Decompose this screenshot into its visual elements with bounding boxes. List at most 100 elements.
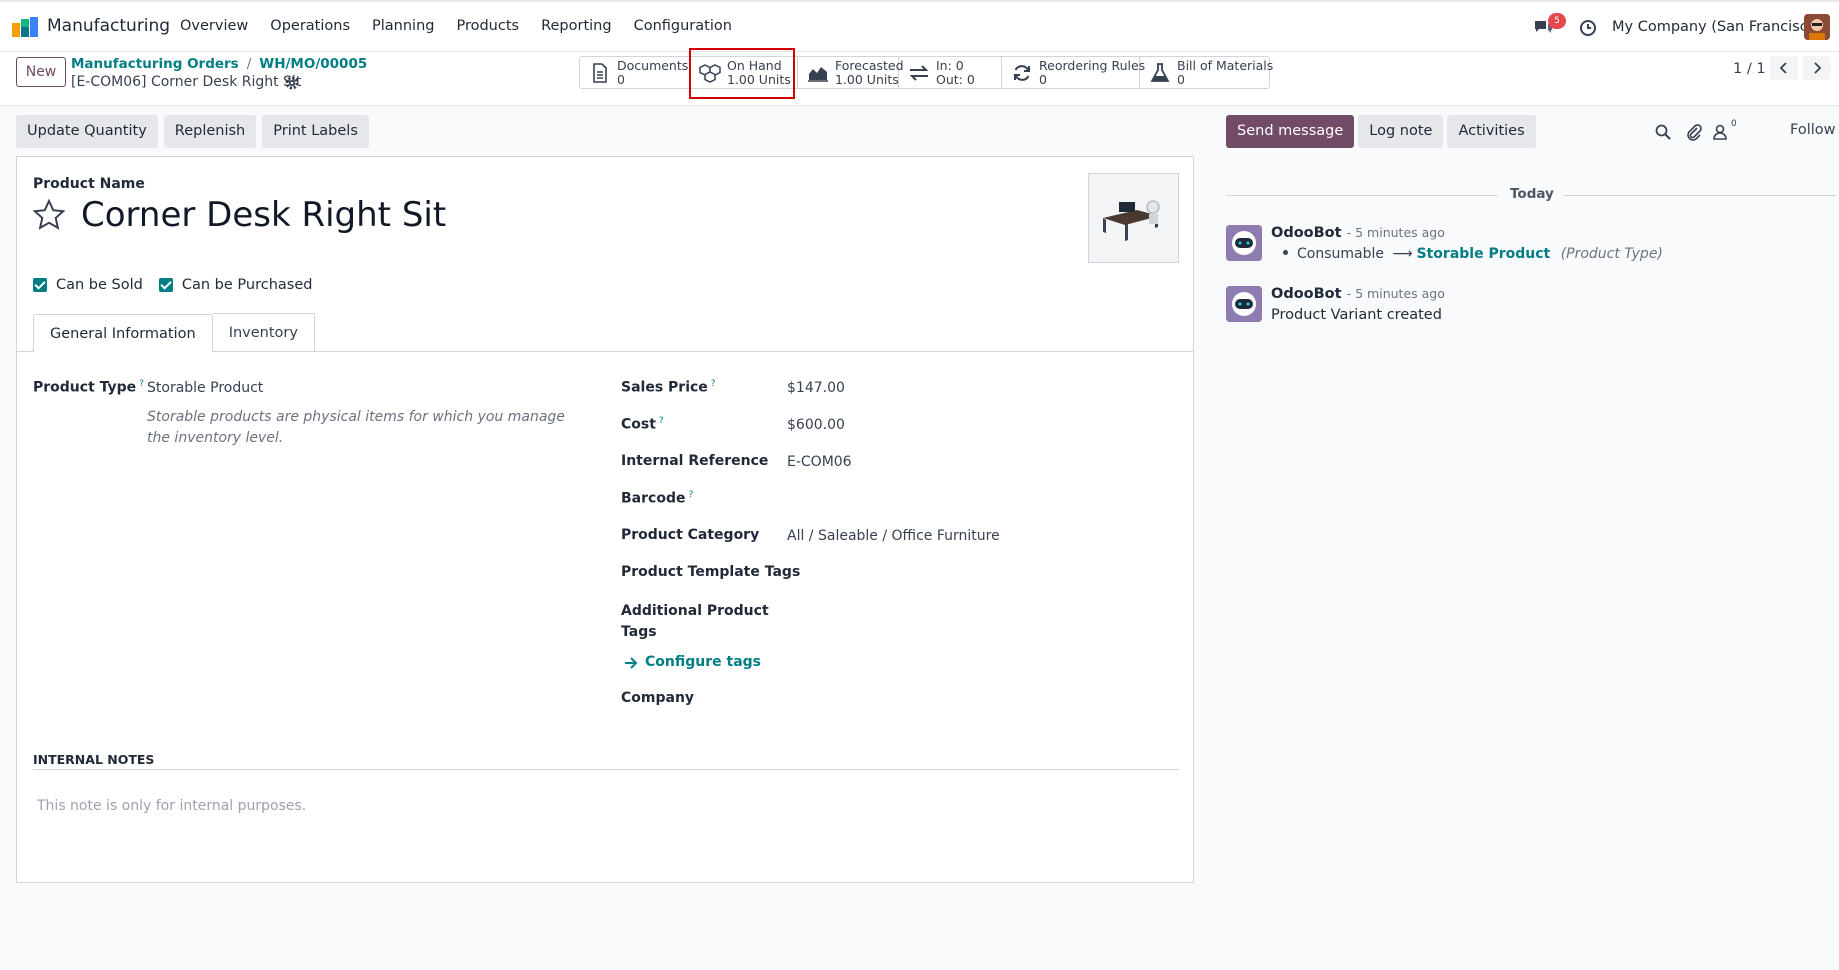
- product-type-help-icon[interactable]: ?: [139, 379, 144, 389]
- main-menu: Overview Operations Planning Products Re…: [180, 18, 754, 34]
- paperclip-icon[interactable]: [1685, 123, 1703, 141]
- pager-next-button[interactable]: [1803, 56, 1831, 80]
- menu-reporting[interactable]: Reporting: [541, 18, 612, 34]
- internal-notes-input[interactable]: This note is only for internal purposes.: [37, 798, 306, 814]
- new-button[interactable]: New: [16, 57, 66, 87]
- can-be-sold-label[interactable]: Can be Sold: [56, 277, 143, 293]
- cost-label-text: Cost: [621, 416, 656, 433]
- user-avatar[interactable]: [1804, 14, 1830, 40]
- date-separator-label: Today: [1510, 186, 1554, 202]
- bill-of-materials-label: Bill of Materials: [1177, 58, 1274, 73]
- sales-price-help-icon[interactable]: ?: [711, 379, 716, 389]
- breadcrumb-mo[interactable]: WH/MO/00005: [259, 56, 367, 72]
- message-author-name[interactable]: OdooBot: [1271, 286, 1342, 302]
- tab-general-information[interactable]: General Information: [33, 314, 213, 352]
- follow-button[interactable]: Follow: [1790, 122, 1835, 138]
- bill-of-materials-smart-button[interactable]: Bill of Materials 0: [1140, 57, 1274, 88]
- message-author-name[interactable]: OdooBot: [1271, 225, 1342, 241]
- product-form-sheet: Product Name Corner Desk Right Sit Can b…: [16, 156, 1194, 883]
- pager-previous-button[interactable]: [1770, 56, 1798, 80]
- breadcrumb: Manufacturing Orders / WH/MO/00005: [71, 56, 367, 72]
- cost-field[interactable]: $600.00: [787, 417, 845, 433]
- product-type-select[interactable]: Storable Product: [147, 380, 263, 396]
- cost-help-icon[interactable]: ?: [659, 416, 664, 426]
- action-bar: Update Quantity Replenish Print Labels: [16, 115, 369, 148]
- update-quantity-button[interactable]: Update Quantity: [16, 115, 158, 148]
- menu-planning[interactable]: Planning: [372, 18, 434, 34]
- app-name[interactable]: Manufacturing: [47, 16, 170, 36]
- gear-icon[interactable]: [284, 75, 300, 91]
- menu-operations[interactable]: Operations: [270, 18, 350, 34]
- barcode-help-icon[interactable]: ?: [688, 490, 693, 500]
- user-avatar-icon: [1804, 14, 1830, 40]
- flask-icon: [1150, 63, 1170, 82]
- reordering-rules-smart-button[interactable]: Reordering Rules 0: [1002, 57, 1145, 88]
- configure-tags-link[interactable]: Configure tags: [645, 654, 761, 670]
- product-category-field[interactable]: All / Saleable / Office Furniture: [787, 528, 1000, 544]
- internal-reference-field[interactable]: E-COM06: [787, 454, 852, 470]
- clock-icon[interactable]: [1579, 19, 1597, 37]
- odoobot-avatar[interactable]: [1226, 225, 1262, 261]
- print-labels-button[interactable]: Print Labels: [262, 115, 369, 148]
- internal-notes-divider: [33, 769, 1179, 770]
- forecasted-smart-button[interactable]: Forecasted 1.00 Units: [798, 57, 904, 88]
- menu-products[interactable]: Products: [456, 18, 519, 34]
- star-icon[interactable]: [33, 199, 65, 231]
- company-switcher[interactable]: My Company (San Francisco): [1612, 19, 1822, 35]
- message-author: OdooBot - 5 minutes ago: [1271, 286, 1445, 302]
- odoobot-icon: [1226, 286, 1262, 322]
- on-hand-smart-button[interactable]: On Hand 1.00 Units: [690, 57, 798, 88]
- product-type-label: Product Type?: [33, 379, 144, 396]
- product-name-label: Product Name: [33, 176, 145, 192]
- chatter-buttons: Send message Log note Activities: [1226, 115, 1536, 148]
- cost-label: Cost?: [621, 416, 664, 433]
- chat-count-badge: 5: [1548, 13, 1566, 29]
- tracking-field-name: (Product Type): [1560, 246, 1663, 262]
- replenish-button[interactable]: Replenish: [163, 115, 257, 148]
- can-be-purchased-checkbox[interactable]: [158, 278, 173, 292]
- log-note-button[interactable]: Log note: [1358, 115, 1444, 148]
- tab-inventory[interactable]: Inventory: [212, 313, 315, 351]
- forecasted-value: 1.00 Units: [835, 72, 899, 87]
- barcode-label-text: Barcode: [621, 490, 686, 507]
- message-body: Product Variant created: [1271, 307, 1442, 323]
- control-panel: New Manufacturing Orders / WH/MO/00005 [E-…: [0, 52, 1839, 106]
- reordering-rules-count: 0: [1039, 72, 1047, 87]
- menu-configuration[interactable]: Configuration: [634, 18, 732, 34]
- on-hand-label: On Hand: [727, 58, 782, 73]
- record-title: [E-COM06] Corner Desk Right Sit: [71, 74, 302, 90]
- form-tabs: General Information Inventory: [33, 313, 315, 352]
- breadcrumb-manufacturing-orders[interactable]: Manufacturing Orders: [71, 56, 239, 72]
- send-message-button[interactable]: Send message: [1226, 115, 1355, 148]
- internal-reference-label: Internal Reference: [621, 453, 769, 469]
- product-name-input[interactable]: Corner Desk Right Sit: [81, 195, 446, 235]
- product-template-tags-label: Product Template Tags: [621, 564, 801, 580]
- in-out-smart-button[interactable]: In: 0 Out: 0: [899, 57, 1002, 88]
- in-count: In: 0: [936, 58, 964, 73]
- desk-image-icon: [1089, 174, 1178, 262]
- smart-buttons: Documents 0 On Hand 1.00 Units Forecaste…: [579, 56, 1274, 89]
- search-icon[interactable]: [1654, 123, 1672, 141]
- app-logo-icon[interactable]: [12, 17, 38, 37]
- can-be-purchased-label[interactable]: Can be Purchased: [182, 277, 313, 293]
- documents-smart-button[interactable]: Documents 0: [580, 57, 690, 88]
- activities-button[interactable]: Activities: [1447, 115, 1536, 148]
- followers-icon[interactable]: [1712, 123, 1730, 141]
- bill-of-materials-count: 0: [1177, 72, 1185, 87]
- company-label: Company: [621, 690, 695, 706]
- bullet-icon: [1283, 250, 1288, 255]
- tracking-new-value: Storable Product: [1416, 246, 1551, 262]
- pager-value[interactable]: 1 / 1: [1733, 61, 1766, 77]
- sales-price-label: Sales Price?: [621, 379, 716, 396]
- arrow-right-icon: ⟶: [1392, 246, 1413, 262]
- menu-overview[interactable]: Overview: [180, 18, 248, 34]
- can-be-sold-checkbox[interactable]: [33, 278, 47, 292]
- product-image[interactable]: [1088, 173, 1179, 263]
- tracking-value: Consumable ⟶ Storable Product (Product Ty…: [1271, 246, 1663, 262]
- area-chart-icon: [808, 67, 828, 82]
- date-separator-line-left: [1226, 195, 1498, 196]
- odoobot-avatar[interactable]: [1226, 286, 1262, 322]
- sales-price-field[interactable]: $147.00: [787, 380, 845, 396]
- top-navbar: Manufacturing Overview Operations Planni…: [0, 0, 1839, 52]
- message-time: - 5 minutes ago: [1346, 225, 1445, 240]
